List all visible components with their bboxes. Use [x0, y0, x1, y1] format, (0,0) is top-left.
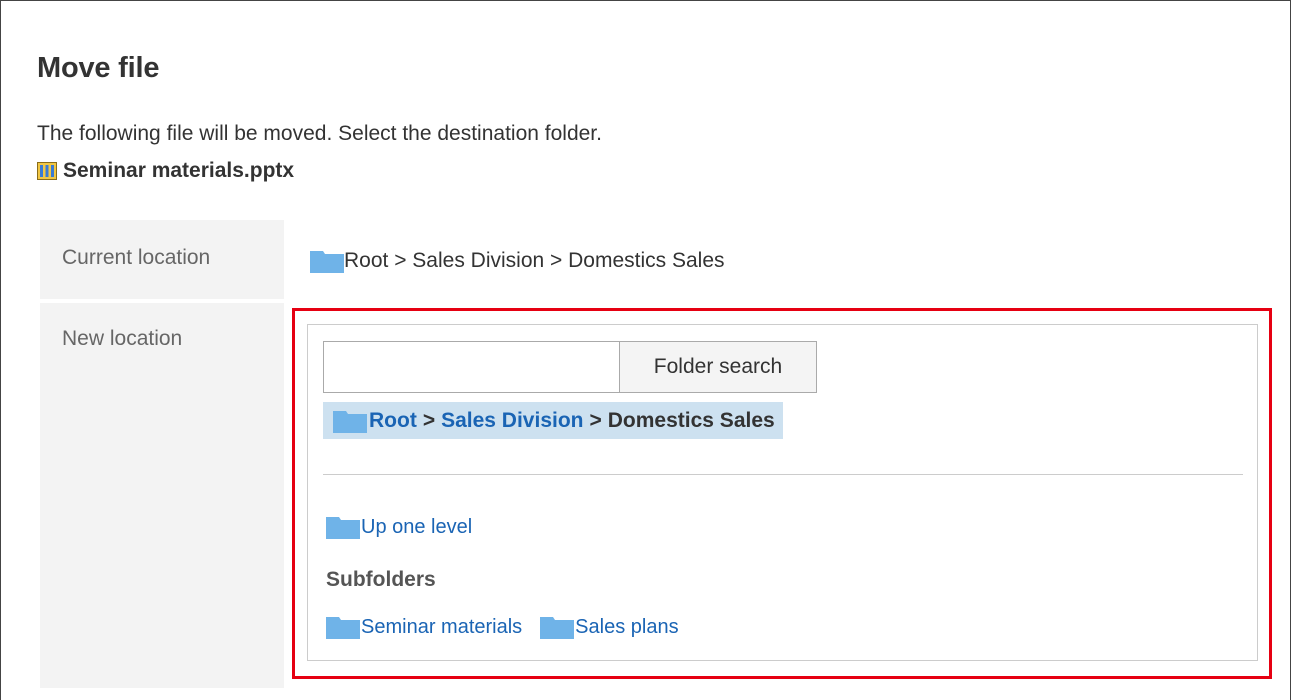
folder-icon: [310, 249, 344, 273]
breadcrumb-root-link[interactable]: Root: [369, 409, 417, 433]
folder-icon: [540, 615, 575, 639]
folder-icon: [333, 409, 367, 433]
folder-icon: [326, 515, 360, 539]
subfolder-list: Seminar materials Sales plans: [326, 612, 697, 642]
up-one-level-link[interactable]: Up one level: [326, 512, 472, 542]
breadcrumb-separator: >: [589, 408, 602, 432]
folder-icon: [326, 615, 360, 639]
new-location-label: New location: [40, 303, 284, 688]
breadcrumb: Root > Sales Division > Domestics Sales: [323, 402, 783, 439]
current-location-path: Root > Sales Division > Domestics Sales: [310, 244, 725, 278]
breadcrumb-current-folder: Domestics Sales: [607, 408, 775, 432]
folder-search-button[interactable]: Folder search: [619, 341, 817, 393]
file-item: Seminar materials.pptx: [37, 158, 294, 184]
subfolder-label[interactable]: Sales plans: [575, 616, 678, 639]
move-description: The following file will be moved. Select…: [37, 122, 602, 145]
current-location-text: Root > Sales Division > Domestics Sales: [344, 249, 725, 272]
subfolder-seminar-materials[interactable]: Seminar materials: [326, 615, 522, 639]
presentation-file-icon: [37, 161, 57, 181]
subfolder-label[interactable]: Seminar materials: [361, 616, 522, 639]
file-name: Seminar materials.pptx: [63, 159, 295, 182]
page-title: Move file: [37, 52, 160, 84]
panel-divider: [323, 474, 1243, 475]
current-location-label: Current location: [40, 220, 284, 299]
folder-search-input[interactable]: [323, 341, 620, 393]
subfolder-sales-plans[interactable]: Sales plans: [540, 615, 679, 639]
breadcrumb-sales-division-link[interactable]: Sales Division: [441, 409, 583, 433]
up-one-level-label[interactable]: Up one level: [361, 516, 472, 539]
subfolders-heading: Subfolders: [326, 568, 436, 591]
breadcrumb-separator: >: [422, 408, 436, 432]
